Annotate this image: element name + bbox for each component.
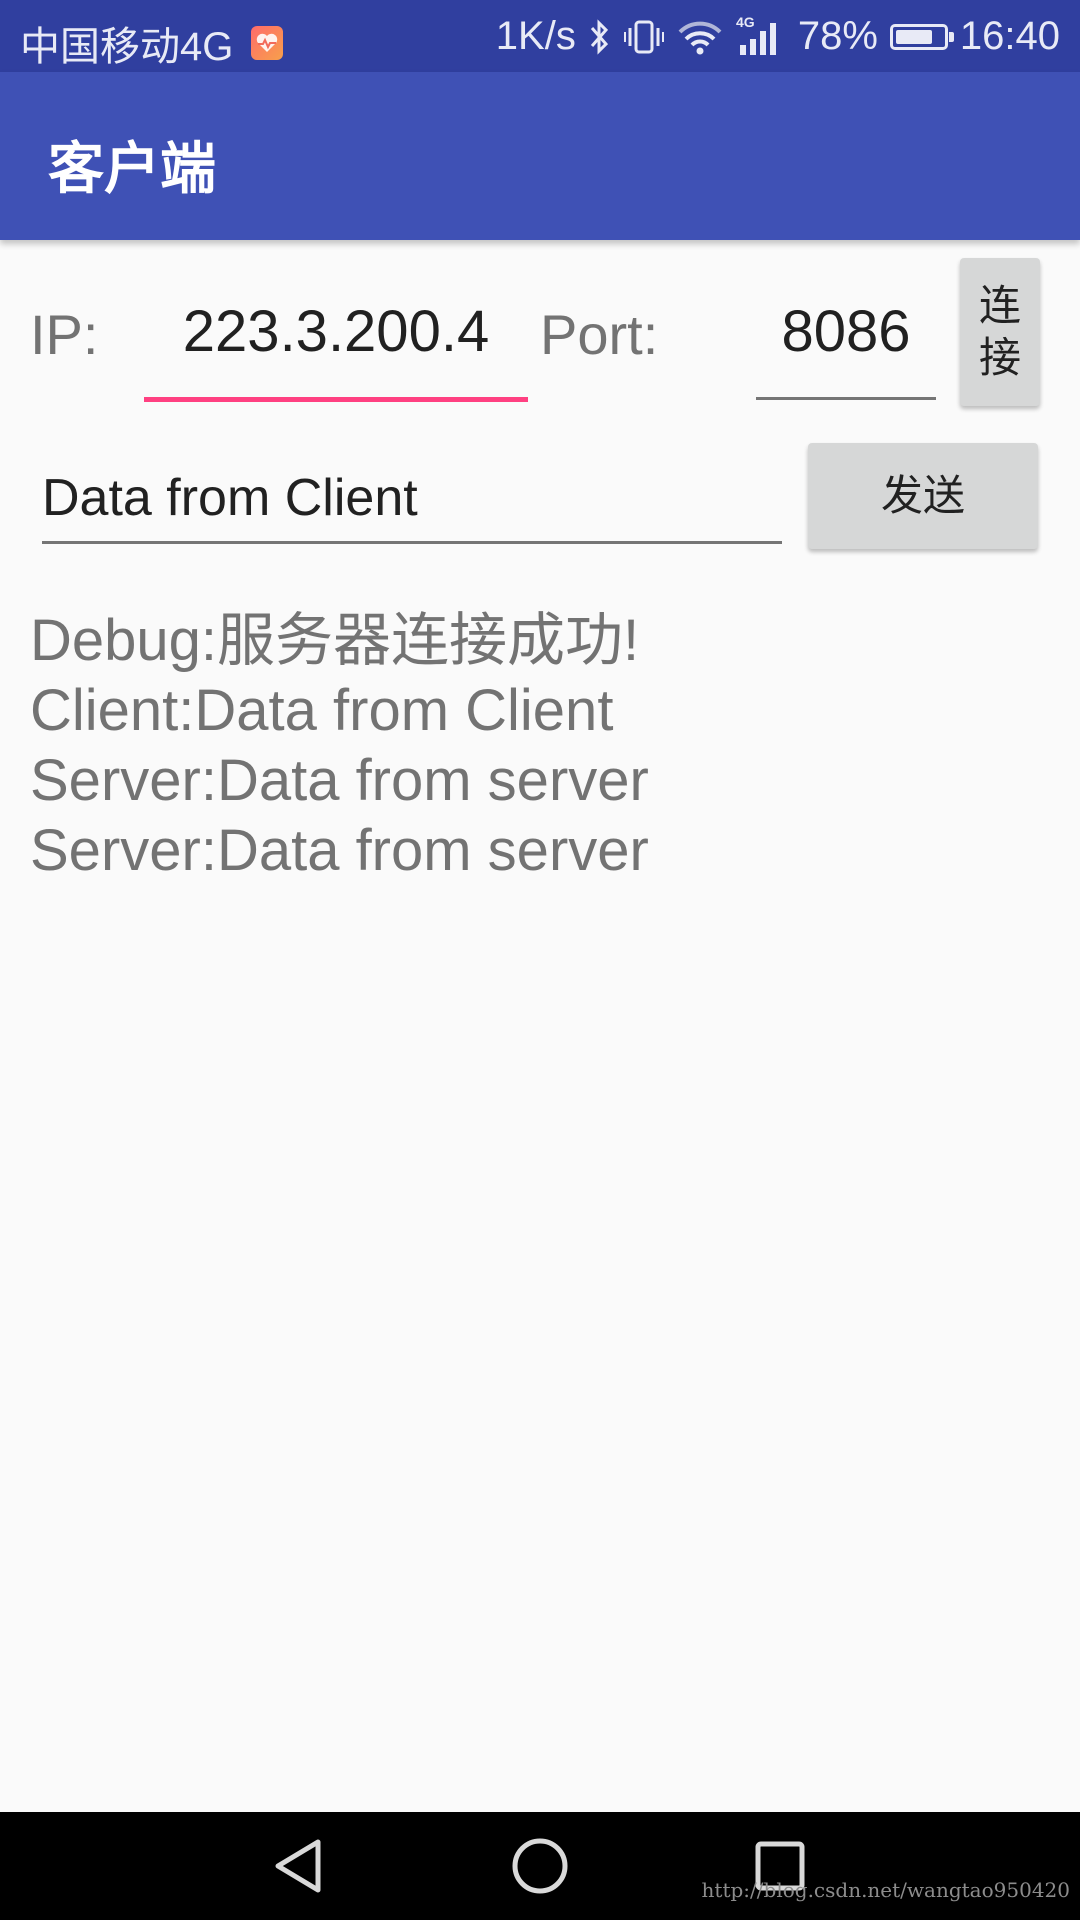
log-line: Server:Data from server: [30, 818, 649, 883]
battery-percent: 78%: [797, 14, 878, 58]
health-app-icon: [251, 26, 284, 60]
app-title: 客户端: [48, 137, 216, 202]
log-line: Server:Data from server: [30, 748, 649, 813]
navigation-bar: http://blog.csdn.net/wangtao950420: [0, 1812, 1080, 1920]
port-label: Port:: [540, 303, 659, 366]
status-right: 1K/s 4G 78% 16:40: [496, 14, 1060, 59]
connect-button-label-2: 接: [978, 333, 1021, 382]
vibrate-icon: [623, 18, 664, 56]
net-speed: 1K/s: [495, 14, 576, 58]
cellular-signal-icon: 4G: [736, 15, 786, 59]
signal-type-label: 4G: [736, 15, 755, 30]
message-input[interactable]: Data from Client: [42, 462, 782, 544]
app-bar: 客户端: [0, 72, 1080, 240]
bluetooth-icon: [588, 18, 612, 56]
status-bar: 中国移动4G 1K/s 4G 78% 16:40: [0, 0, 1080, 72]
wifi-icon: [676, 18, 724, 56]
carrier-name: 中国移动4G: [20, 25, 234, 69]
battery-icon: [889, 23, 954, 50]
message-log: Debug:服务器连接成功! Client:Data from Client S…: [30, 606, 1050, 886]
send-button[interactable]: 发送: [808, 443, 1038, 549]
connect-button[interactable]: 连 接: [960, 258, 1040, 406]
port-input[interactable]: 8086: [756, 296, 936, 400]
status-left: 中国移动4G: [20, 14, 284, 72]
ip-input[interactable]: 223.3.200.4: [144, 296, 528, 402]
back-icon[interactable]: [270, 1836, 330, 1896]
clock: 16:40: [959, 14, 1060, 58]
battery-fill: [895, 29, 932, 44]
screen: 中国移动4G 1K/s 4G 78% 16:40 客户端 IP: 223.3.2…: [0, 0, 1080, 1920]
connect-button-label-1: 连: [978, 281, 1021, 330]
ip-label: IP:: [30, 303, 99, 366]
log-line: Client:Data from Client: [30, 678, 614, 743]
home-icon[interactable]: [510, 1836, 570, 1896]
watermark: http://blog.csdn.net/wangtao950420: [701, 1878, 1070, 1902]
log-line: Debug:服务器连接成功!: [30, 608, 640, 673]
